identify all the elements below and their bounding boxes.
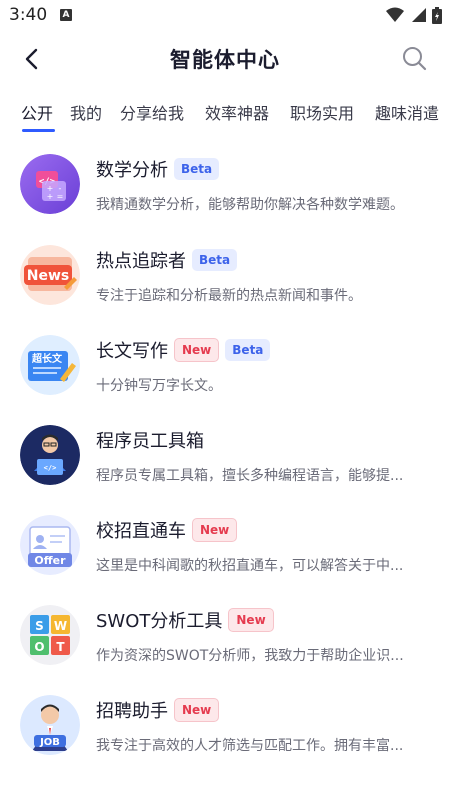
svg-text:</>: </>: [44, 464, 57, 472]
agent-name: 热点追踪者: [96, 251, 186, 272]
svg-text:News: News: [27, 268, 69, 284]
agent-name-row: 校招直通车 New: [96, 517, 238, 543]
tab-workplace[interactable]: 职场实用: [290, 100, 354, 124]
svg-text:超长文: 超长文: [31, 352, 63, 365]
agent-description: 专注于追踪和分析最新的热点新闻和事件。: [96, 288, 362, 304]
tab-public[interactable]: 公开: [21, 100, 53, 124]
beta-badge: Beta: [225, 339, 271, 361]
tab-fun[interactable]: 趣味消遣: [375, 100, 439, 124]
agent-name: 程序员工具箱: [96, 431, 204, 452]
header: 智能体中心: [0, 32, 450, 84]
agent-description: 程序员专属工具箱，擅长多种编程语言，能够提...: [96, 468, 404, 484]
battery-icon: [432, 6, 442, 24]
agent-name-row: 长文写作 New Beta: [96, 337, 271, 363]
agent-name: SWOT分析工具: [96, 611, 223, 632]
status-icons: [386, 6, 442, 24]
svg-text:W: W: [54, 619, 67, 633]
news-icon: News: [20, 245, 80, 305]
notification-icon: A: [60, 9, 72, 21]
agent-item-long-writing[interactable]: 超长文 长文写作 New Beta 十分钟写万字长文。: [0, 335, 450, 425]
agent-description: 作为资深的SWOT分析师，我致力于帮助企业识...: [96, 648, 404, 664]
svg-text:Offer: Offer: [34, 554, 66, 567]
wifi-icon: [386, 7, 404, 22]
agent-name: 长文写作: [96, 341, 168, 362]
agent-name: 数学分析: [96, 160, 168, 181]
long-text-icon: 超长文: [20, 335, 80, 395]
offer-icon: Offer: [20, 515, 80, 575]
page-title: 智能体中心: [170, 48, 280, 72]
signal-icon: [412, 8, 426, 22]
tab-mine[interactable]: 我的: [70, 100, 102, 124]
math-analysis-icon: </> + - + =: [20, 154, 80, 214]
active-tab-indicator: [22, 129, 55, 132]
agent-item-hot-news[interactable]: News 热点追踪者 Beta 专注于追踪和分析最新的热点新闻和事件。: [0, 245, 450, 335]
agent-description: 十分钟写万字长文。: [96, 378, 222, 394]
svg-text:O: O: [34, 640, 44, 654]
agent-name: 校招直通车: [96, 521, 186, 542]
beta-badge: Beta: [174, 158, 220, 180]
agent-item-swot[interactable]: S W O T SWOT分析工具 New 作为资深的SWOT分析师，我致力于帮助…: [0, 605, 450, 695]
new-badge: New: [192, 518, 238, 542]
agent-name-row: 程序员工具箱: [96, 427, 204, 453]
svg-text:T: T: [56, 640, 65, 654]
svg-text:JOB: JOB: [39, 737, 60, 748]
agent-name-row: SWOT分析工具 New: [96, 607, 274, 633]
category-tabs: 公开 我的 分享给我 效率神器 职场实用 趣味消遣: [0, 92, 450, 136]
beta-badge: Beta: [192, 249, 238, 271]
agent-description: 我专注于高效的人才筛选与匹配工作。拥有丰富...: [96, 738, 404, 754]
programmer-icon: </>: [20, 425, 80, 485]
search-button[interactable]: [400, 44, 428, 72]
agent-description: 我精通数学分析，能够帮助你解决各种数学难题。: [96, 197, 404, 213]
new-badge: New: [228, 608, 274, 632]
agent-item-programmer-toolbox[interactable]: </> 程序员工具箱 程序员专属工具箱，擅长多种编程语言，能够提...: [0, 425, 450, 515]
agent-name-row: 热点追踪者 Beta: [96, 247, 238, 273]
tab-productivity[interactable]: 效率神器: [205, 100, 269, 124]
swot-icon: S W O T: [20, 605, 80, 665]
new-badge: New: [174, 338, 220, 362]
job-icon: JOB: [20, 695, 80, 755]
agent-name: 招聘助手: [96, 701, 168, 722]
agent-item-campus-recruit[interactable]: Offer 校招直通车 New 这里是中科闻歌的秋招直通车，可以解答关于中...: [0, 515, 450, 605]
agent-item-math[interactable]: </> + - + = 数学分析 Beta 我精通数学分析，能够帮助你解决各种数…: [0, 154, 450, 244]
status-bar: 3:40 A: [0, 0, 450, 32]
svg-text:+: +: [47, 192, 54, 201]
svg-text:=: =: [57, 192, 64, 201]
tab-shared-with-me[interactable]: 分享给我: [120, 100, 184, 124]
agent-description: 这里是中科闻歌的秋招直通车，可以解答关于中...: [96, 558, 404, 574]
agent-item-hiring-assistant[interactable]: JOB 招聘助手 New 我专注于高效的人才筛选与匹配工作。拥有丰富...: [0, 695, 450, 785]
search-icon: [403, 47, 427, 71]
new-badge: New: [174, 698, 220, 722]
agent-name-row: 招聘助手 New: [96, 697, 220, 723]
svg-text:S: S: [35, 619, 44, 633]
agent-name-row: 数学分析 Beta: [96, 156, 220, 182]
status-time: 3:40: [9, 5, 48, 25]
